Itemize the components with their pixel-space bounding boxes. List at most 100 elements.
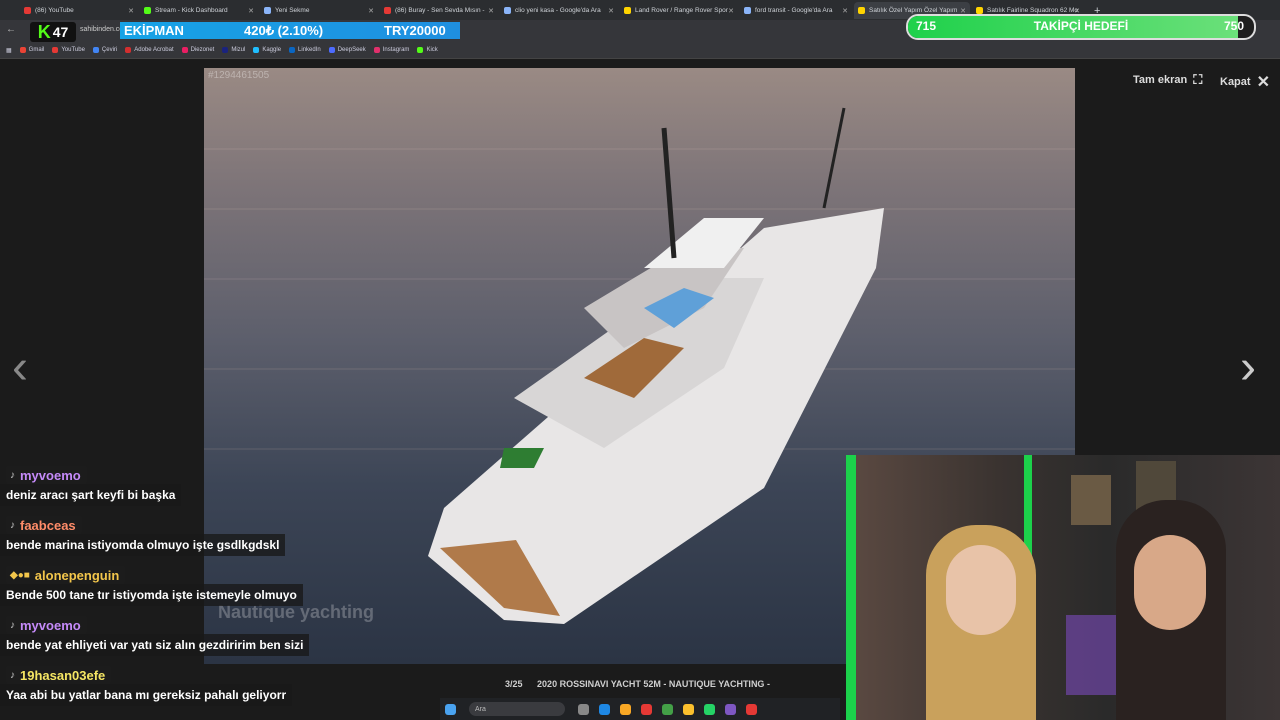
bookmark-label: Diezonet <box>190 47 215 53</box>
new-tab-icon <box>264 7 271 14</box>
badge-icon: ♪ <box>10 669 15 681</box>
chrome-icon[interactable] <box>683 703 694 715</box>
edge-icon[interactable] <box>599 703 610 715</box>
tab-label: ford transit - Google'da Ara <box>755 7 833 14</box>
badge-icon: ◆●■ <box>10 569 30 581</box>
tab-youtube-music[interactable]: (86) Buray - Sen Sevda Mısın - ✕ <box>380 2 498 19</box>
ticker-change: 420₺ (2.10%) <box>244 22 324 38</box>
search-placeholder: Ara <box>475 705 486 713</box>
chat-text: bende marina istiyomda olmuyo işte gsdlk… <box>0 534 286 556</box>
bookmark-mizul[interactable]: Mizul <box>222 47 245 53</box>
bookmark-diezonet[interactable]: Diezonet <box>181 47 215 53</box>
tab-label: (86) YouTube <box>35 7 74 14</box>
bookmark-linkedin[interactable]: LinkedIn <box>289 47 321 53</box>
chat-text: Yaa abi bu yatlar bana mı gereksiz pahal… <box>0 684 293 706</box>
tab-new[interactable]: Yeni Sekme ✕ <box>260 2 378 19</box>
chat-username: ♪ myvoemo <box>6 616 87 634</box>
username-text: faabceas <box>20 517 76 533</box>
tab-kick-dashboard[interactable]: Stream - Kick Dashboard ✕ <box>140 2 258 19</box>
google-icon <box>504 7 511 14</box>
photo-caption: 3/25 2020 ROSSINAVI YACHT 52M - NAUTIQUE… <box>505 679 770 689</box>
app-icon[interactable] <box>662 703 673 715</box>
app-icon[interactable] <box>725 703 736 715</box>
bookmark-instagram[interactable]: Instagram <box>373 47 410 53</box>
tab-google-search[interactable]: clio yeni kasa - Google'da Ara ✕ <box>500 2 618 19</box>
chat-text: bende yat ehliyeti var yatı siz alın gez… <box>0 634 310 656</box>
bookmark-label: Gmail <box>28 47 45 53</box>
sahibinden-icon <box>624 7 631 14</box>
close-icon[interactable]: ✕ <box>608 7 614 15</box>
bookmark-deepseek[interactable]: DeepSeek <box>328 47 366 53</box>
username-text: 19hasan03efe <box>20 667 106 683</box>
username-text: myvoemo <box>20 467 81 483</box>
bookmark-translate[interactable]: Çeviri <box>92 47 117 53</box>
goal-target: 750 <box>1223 19 1244 33</box>
bookmark-acrobat[interactable]: Adobe Acrobat <box>125 47 174 53</box>
bookmark-label: Kick <box>426 47 438 53</box>
follower-goal-bar: 715 TAKİPÇİ HEDEFİ 750 <box>906 14 1256 40</box>
close-button[interactable]: Kapat ✕ <box>1220 72 1270 92</box>
task-view-icon[interactable] <box>578 703 589 715</box>
bookmark-youtube[interactable]: YouTube <box>52 47 85 53</box>
close-icon[interactable]: ✕ <box>728 7 734 15</box>
chat-text: deniz aracı şart keyfi bi başka <box>0 484 182 506</box>
close-icon[interactable]: ✕ <box>248 7 254 15</box>
apps-icon[interactable]: ▦ <box>6 47 12 54</box>
photo-title: 2020 ROSSINAVI YACHT 52M - NAUTIQUE YACH… <box>537 679 770 689</box>
chat-overlay: ♪ myvoemo deniz aracı şart keyfi bi başk… <box>0 464 345 714</box>
whatsapp-icon[interactable] <box>704 703 715 715</box>
badge-icon: ♪ <box>10 469 15 481</box>
bookmark-label: Kaggle <box>262 47 282 53</box>
back-arrow-icon[interactable]: ← <box>6 24 16 35</box>
tab-label: Satılık Özel Yapım Özel Yapım <box>869 7 958 14</box>
google-icon <box>744 7 751 14</box>
prev-arrow-icon[interactable]: ‹ <box>12 340 28 395</box>
tab-sahibinden[interactable]: Land Rover / Range Rover Spor ✕ <box>620 2 738 19</box>
tab-label: Stream - Kick Dashboard <box>155 7 228 14</box>
chat-username: ◆●■ alonepenguin <box>6 566 126 584</box>
tab-youtube[interactable]: (86) YouTube ✕ <box>20 2 138 19</box>
tab-label: Yeni Sekme <box>275 7 310 14</box>
close-icon: ✕ <box>1256 74 1270 91</box>
close-icon[interactable]: ✕ <box>842 7 848 15</box>
webcam-overlay <box>846 455 1280 720</box>
close-icon[interactable]: ✕ <box>128 7 134 15</box>
chat-message: ♪ 19hasan03efe Yaa abi bu yatlar bana mı… <box>0 664 345 714</box>
close-icon[interactable]: ✕ <box>368 7 374 15</box>
username-text: myvoemo <box>20 617 81 633</box>
bookmark-label: LinkedIn <box>298 47 321 53</box>
chat-username: ♪ myvoemo <box>6 466 87 484</box>
bookmark-kaggle[interactable]: Kaggle <box>253 47 281 53</box>
bookmark-label: Instagram <box>382 47 410 53</box>
app-icon[interactable] <box>746 703 757 715</box>
windows-taskbar: Ara <box>440 698 840 720</box>
fullscreen-button[interactable]: Tam ekran ⛶ <box>1133 72 1202 88</box>
close-icon[interactable]: ✕ <box>488 7 494 15</box>
price-ticker: EKİPMAN 420₺ (2.10%) TRY20000 <box>120 22 460 39</box>
chat-message: ◆●■ alonepenguin Bende 500 tane tır isti… <box>0 564 345 614</box>
taskbar-search[interactable]: Ara <box>469 702 565 716</box>
badge-icon: ♪ <box>10 619 15 631</box>
bookmark-label: YouTube <box>61 47 85 53</box>
ticker-price: TRY20000 <box>384 23 446 38</box>
sahibinden-icon <box>976 7 983 14</box>
tab-label: clio yeni kasa - Google'da Ara <box>515 7 601 14</box>
tab-google-search[interactable]: ford transit - Google'da Ara ✕ <box>740 2 852 19</box>
sahibinden-icon <box>858 7 865 14</box>
chat-username: ♪ faabceas <box>6 516 82 534</box>
photo-id: #1294461505 <box>208 70 270 81</box>
ticker-name: EKİPMAN <box>124 23 184 38</box>
next-arrow-icon[interactable]: › <box>1240 340 1256 395</box>
windows-start-icon[interactable] <box>445 703 456 715</box>
tab-label: (86) Buray - Sen Sevda Mısın - <box>395 7 485 14</box>
goal-label: TAKİPÇİ HEDEFİ <box>1033 19 1129 33</box>
bookmark-gmail[interactable]: Gmail <box>19 47 45 53</box>
app-icon[interactable] <box>641 703 652 715</box>
tab-label: Satılık Fairline Squadron 62 Mo <box>987 7 1079 14</box>
close-label: Kapat <box>1220 76 1251 88</box>
username-text: alonepenguin <box>34 567 120 583</box>
bookmark-kick[interactable]: Kick <box>417 47 438 53</box>
file-explorer-icon[interactable] <box>620 703 631 715</box>
photo-counter: 3/25 <box>505 679 523 689</box>
chat-text: Bende 500 tane tır istiyomda işte isteme… <box>0 584 303 606</box>
